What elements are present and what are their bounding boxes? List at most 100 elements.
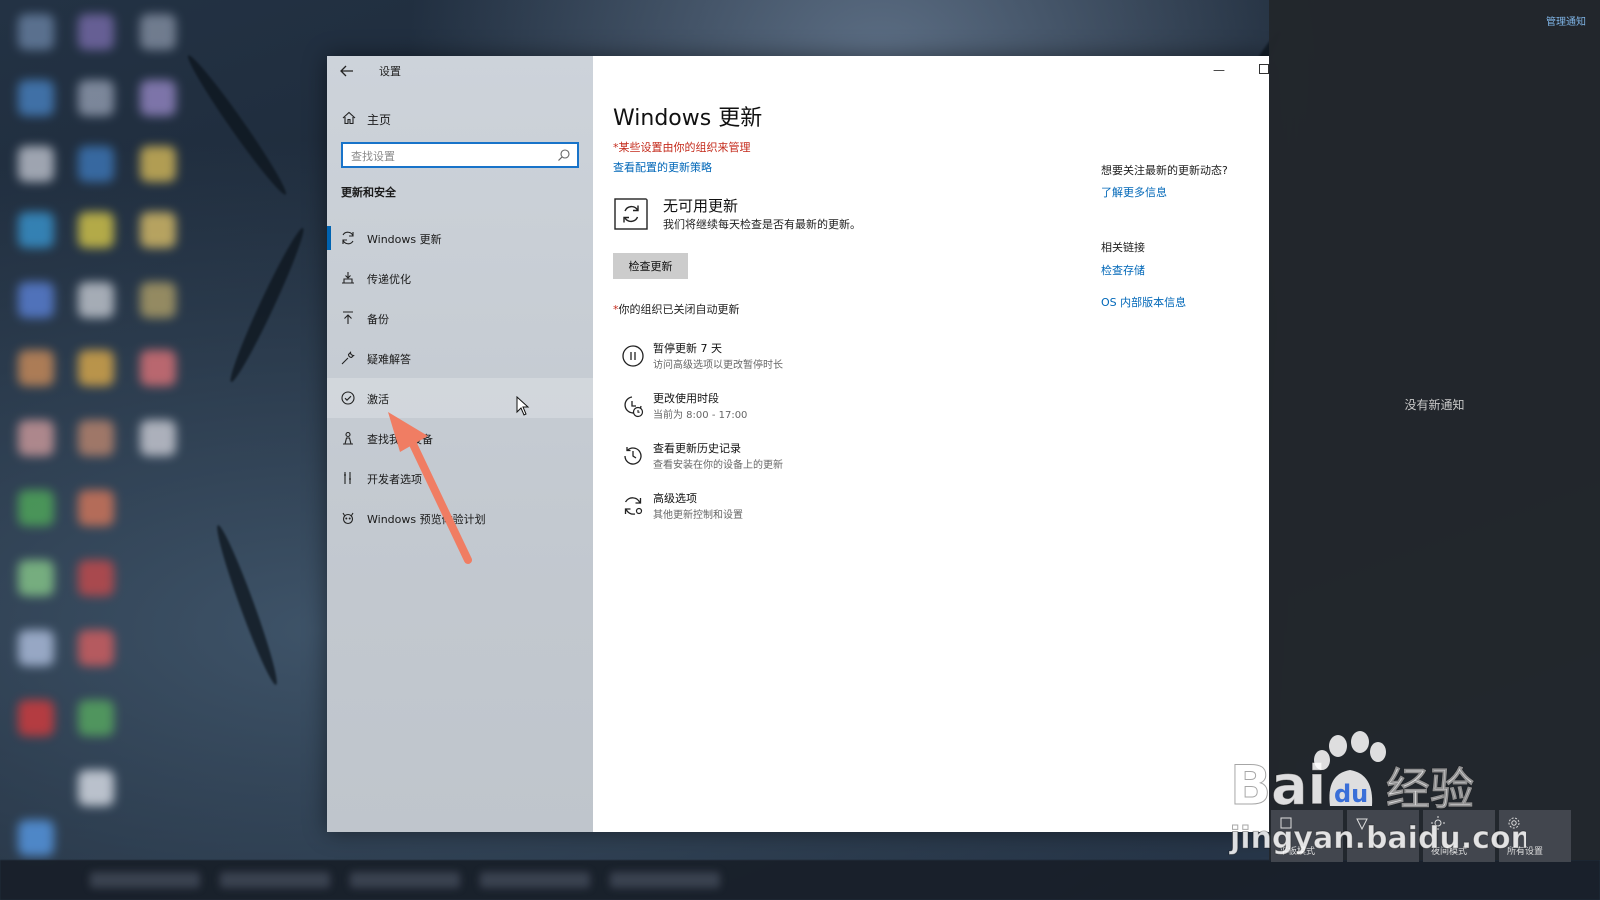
settings-content: — Windows 更新 *某些设置由你的组织来管理 查看配置的更新策略 无可用… <box>593 56 1269 832</box>
check-storage-link[interactable]: 检查存储 <box>1101 262 1145 278</box>
sidebar-item-label: Windows 更新 <box>367 233 442 246</box>
sidebar-item-windows-update[interactable]: Windows 更新 <box>327 218 593 258</box>
desktop-icon[interactable] <box>78 630 114 666</box>
back-arrow-icon <box>340 65 353 77</box>
desktop-icon[interactable] <box>78 282 114 318</box>
sidebar-item-label: 传递优化 <box>367 273 411 286</box>
check-circle-icon <box>341 391 355 405</box>
delivery-icon <box>342 272 354 284</box>
desktop-icon[interactable] <box>18 490 54 526</box>
window-controls: — <box>1149 56 1269 86</box>
desktop-icon[interactable] <box>18 212 54 248</box>
status-title: 无可用更新 <box>663 197 739 215</box>
taskbar-item[interactable] <box>220 872 330 888</box>
option-title: 暂停更新 7 天 <box>653 342 722 355</box>
sync-icon <box>342 231 354 245</box>
no-notifications-text: 没有新通知 <box>1404 398 1465 412</box>
wallpaper-leaf <box>211 522 283 688</box>
person-pin-icon <box>343 431 353 445</box>
org-note-text: 你的组织已关闭自动更新 <box>618 303 740 316</box>
desktop-icon[interactable] <box>18 14 54 50</box>
home-label: 主页 <box>367 113 392 127</box>
sidebar-item-delivery-optimization[interactable]: 传递优化 <box>327 258 593 298</box>
desktop-icon[interactable] <box>18 630 54 666</box>
check-for-updates-button[interactable]: 检查更新 <box>613 253 688 279</box>
watermark-brand-du: du <box>1334 780 1368 808</box>
manage-notifications-link[interactable]: 管理通知 <box>1546 13 1586 28</box>
option-active-hours[interactable]: 更改使用时段 当前为 8:00 - 17:00 <box>621 390 1001 432</box>
sidebar-item-backup[interactable]: 备份 <box>327 298 593 338</box>
home-nav-item[interactable]: 主页 <box>327 104 593 134</box>
desktop-icon[interactable] <box>18 282 54 318</box>
desktop-icon[interactable] <box>18 80 54 116</box>
os-build-info-link[interactable]: OS 内部版本信息 <box>1101 294 1186 310</box>
annotation-arrow <box>388 412 472 564</box>
tools-icon <box>344 472 351 484</box>
history-icon <box>624 447 642 465</box>
maximize-button[interactable] <box>1259 64 1269 74</box>
desktop-icon[interactable] <box>140 14 176 50</box>
desktop-icon[interactable] <box>18 146 54 182</box>
watermark-brand-cn: 经验 <box>1386 764 1474 815</box>
upload-icon <box>343 311 353 324</box>
update-status-icon <box>614 194 651 230</box>
taskbar-item[interactable] <box>480 872 590 888</box>
desktop-icon[interactable] <box>18 350 54 386</box>
desktop-icon[interactable] <box>78 700 114 736</box>
desktop-icon[interactable] <box>140 80 176 116</box>
auto-update-disabled-note: *你的组织已关闭自动更新 <box>613 301 740 317</box>
view-policies-link[interactable]: 查看配置的更新策略 <box>613 159 712 175</box>
baidu-watermark-logo: Bai du 经验 jingyan.baidu.com <box>1229 731 1526 857</box>
sidebar-item-troubleshoot[interactable]: 疑难解答 <box>327 338 593 378</box>
desktop-icon[interactable] <box>78 770 114 806</box>
desktop-icon[interactable] <box>18 560 54 596</box>
option-description: 查看安装在你的设备上的更新 <box>653 460 783 471</box>
option-advanced[interactable]: 高级选项 其他更新控制和设置 <box>621 490 1001 532</box>
desktop-icon[interactable] <box>140 282 176 318</box>
taskbar-item[interactable] <box>610 872 720 888</box>
option-update-history[interactable]: 查看更新历史记录 查看安装在你的设备上的更新 <box>621 440 1001 482</box>
sidebar-item-label: 备份 <box>367 313 389 326</box>
section-title: 更新和安全 <box>341 186 396 199</box>
desktop-icon[interactable] <box>18 700 54 736</box>
advanced-sync-icon <box>624 497 643 515</box>
option-description: 其他更新控制和设置 <box>653 510 743 521</box>
option-title: 查看更新历史记录 <box>653 442 741 455</box>
desktop-icon[interactable] <box>78 14 114 50</box>
pause-icon <box>622 345 644 367</box>
watermark-url: jingyan.baidu.com <box>1229 821 1526 856</box>
desktop-icon[interactable] <box>140 146 176 182</box>
page-title: Windows 更新 <box>613 106 763 131</box>
desktop-icon[interactable] <box>140 212 176 248</box>
wrench-icon <box>341 351 355 365</box>
wallpaper-leaf <box>224 225 310 385</box>
taskbar-item[interactable] <box>90 872 200 888</box>
desktop-icon[interactable] <box>78 560 114 596</box>
desktop-icon[interactable] <box>78 490 114 526</box>
watermark-brand-latin: Bai <box>1230 754 1326 817</box>
clock-icon <box>624 396 644 418</box>
minimize-button[interactable]: — <box>1209 60 1229 80</box>
desktop-icon[interactable] <box>18 420 54 456</box>
option-pause-updates[interactable]: 暂停更新 7 天 访问高级选项以更改暂停时长 <box>621 340 1001 382</box>
desktop-icon[interactable] <box>78 146 114 182</box>
back-button[interactable] <box>335 60 359 82</box>
search-box[interactable] <box>341 142 579 168</box>
desktop-icon[interactable] <box>78 212 114 248</box>
sidebar-item-label: 疑难解答 <box>367 353 411 366</box>
learn-more-link[interactable]: 了解更多信息 <box>1101 184 1167 200</box>
desktop-icon[interactable] <box>140 420 176 456</box>
desktop-icon[interactable] <box>140 350 176 386</box>
app-title: 设置 <box>379 65 401 78</box>
mouse-cursor-icon <box>516 396 530 416</box>
option-description: 当前为 8:00 - 17:00 <box>653 410 748 421</box>
desktop-icon[interactable] <box>78 80 114 116</box>
option-title: 更改使用时段 <box>653 392 719 405</box>
related-links-title: 相关链接 <box>1101 241 1145 254</box>
search-input[interactable] <box>349 147 553 165</box>
taskbar-item[interactable] <box>350 872 460 888</box>
desktop-icon[interactable] <box>78 420 114 456</box>
desktop-icon[interactable] <box>78 350 114 386</box>
insider-icon <box>342 512 354 525</box>
desktop-icon[interactable] <box>18 820 54 856</box>
